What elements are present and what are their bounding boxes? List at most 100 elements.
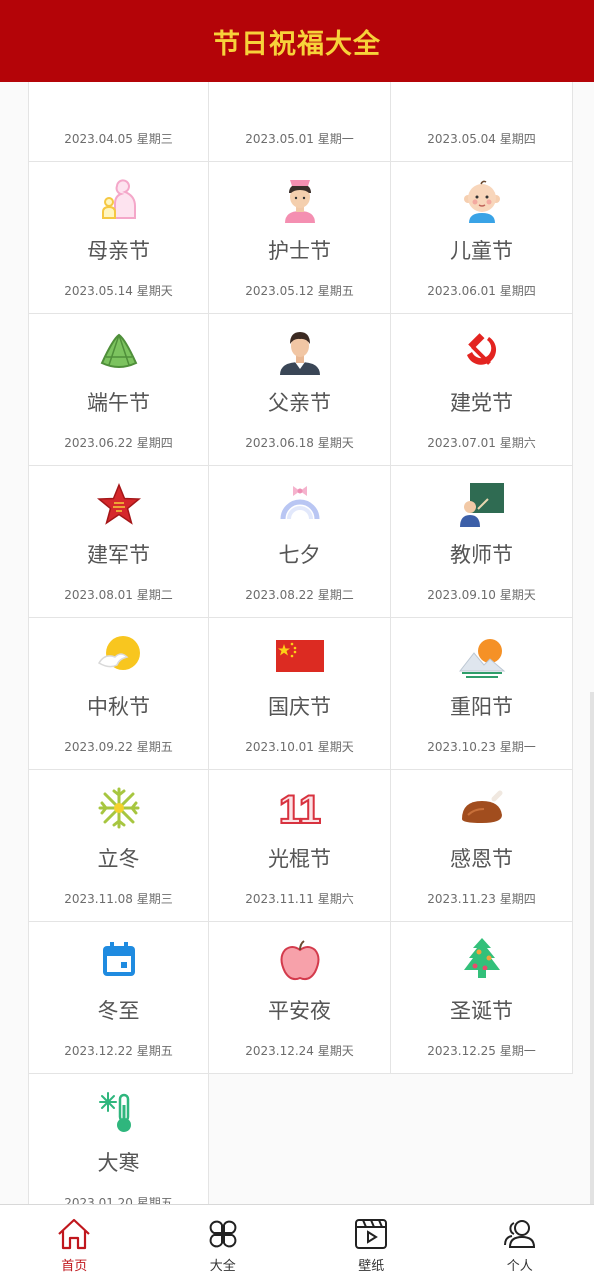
number-11-icon: 11 — [276, 784, 324, 832]
nav-all-label: 大全 — [209, 1259, 236, 1274]
hammer-sickle-icon — [458, 328, 506, 376]
festival-date: 2023.11.23 星期四 — [427, 892, 536, 906]
page-title: 节日祝福大全 — [213, 28, 381, 60]
rainbow-bow-icon — [276, 480, 324, 528]
festival-date: 2023.11.11 星期六 — [245, 892, 354, 906]
snowflake-icon — [95, 784, 143, 832]
festival-card[interactable]: 护士节 2023.05.12 星期五 — [209, 162, 391, 314]
festival-date: 2023.11.08 星期三 — [64, 892, 173, 906]
baby-icon — [458, 176, 506, 224]
festival-card[interactable]: 平安夜 2023.12.24 星期天 — [209, 922, 391, 1074]
festival-card[interactable]: 圣诞节 2023.12.25 星期一 — [391, 922, 573, 1074]
festival-card[interactable]: 2023.04.05 星期三 — [28, 82, 209, 162]
festival-card[interactable]: 父亲节 2023.06.18 星期天 — [209, 314, 391, 466]
festival-card[interactable]: 11 光棍节 2023.11.11 星期六 — [209, 770, 391, 922]
china-flag-icon — [275, 632, 324, 680]
nav-wallpaper-label: 壁纸 — [358, 1259, 385, 1274]
festival-card[interactable]: 儿童节 2023.06.01 星期四 — [391, 162, 573, 314]
festival-name: 父亲节 — [268, 391, 331, 415]
clover-icon — [209, 1220, 237, 1248]
nav-personal[interactable]: 个人 — [446, 1205, 594, 1280]
festival-date: 2023.05.12 星期五 — [245, 284, 354, 298]
festival-date: 2023.07.01 星期六 — [427, 436, 536, 450]
festival-name: 国庆节 — [268, 695, 331, 719]
festival-date: 2023.06.22 星期四 — [64, 436, 173, 450]
festival-date: 2023.12.22 星期五 — [64, 1044, 173, 1058]
festival-name: 中秋节 — [87, 695, 150, 719]
festival-name: 立冬 — [97, 847, 140, 871]
moon-cloud-icon — [95, 632, 143, 680]
festival-card[interactable]: 2023.05.01 星期一 — [209, 82, 391, 162]
festival-grid: 2023.04.05 星期三 2023.05.01 星期一 2023.05.04… — [28, 82, 573, 1204]
festival-name: 七夕 — [278, 543, 321, 567]
nurse-icon — [276, 176, 324, 224]
festival-card[interactable]: 建军节 2023.08.01 星期二 — [28, 466, 209, 618]
festival-card[interactable]: 重阳节 2023.10.23 星期一 — [391, 618, 573, 770]
festival-name: 母亲节 — [87, 239, 150, 263]
nav-personal-label: 个人 — [506, 1259, 533, 1274]
home-icon — [58, 1218, 91, 1250]
scrollbar[interactable] — [590, 692, 594, 1204]
festival-date: 2023.12.24 星期天 — [245, 1044, 354, 1058]
festival-name: 大寒 — [97, 1151, 140, 1175]
zongzi-icon — [95, 328, 143, 376]
festival-name: 感恩节 — [450, 847, 513, 871]
festival-date: 2023.10.23 星期一 — [427, 740, 536, 754]
mother-child-icon — [95, 176, 143, 224]
festival-card[interactable]: 建党节 2023.07.01 星期六 — [391, 314, 573, 466]
app-header: 节日祝福大全 — [0, 0, 594, 82]
festival-date: 2023.06.01 星期四 — [427, 284, 536, 298]
festival-date: 2023.09.10 星期天 — [427, 588, 536, 602]
apple-icon — [276, 936, 324, 984]
video-clapper-icon — [355, 1219, 388, 1249]
festival-card[interactable]: 教师节 2023.09.10 星期天 — [391, 466, 573, 618]
festival-date: 2023.09.22 星期五 — [64, 740, 173, 754]
festival-name: 教师节 — [450, 543, 513, 567]
nav-home[interactable]: 首页 — [0, 1205, 149, 1280]
festival-date: 2023.01.20 星期五 — [64, 1196, 173, 1204]
festival-card[interactable]: 母亲节 2023.05.14 星期天 — [28, 162, 209, 314]
festival-date: 2023.05.14 星期天 — [64, 284, 173, 298]
father-icon — [276, 328, 324, 376]
festival-name: 光棍节 — [268, 847, 331, 871]
festival-card[interactable]: 2023.05.04 星期四 — [391, 82, 573, 162]
festival-card[interactable]: 七夕 2023.08.22 星期二 — [209, 466, 391, 618]
nav-all[interactable]: 大全 — [149, 1205, 298, 1280]
festival-name: 圣诞节 — [450, 999, 513, 1023]
festival-card[interactable]: 大寒 2023.01.20 星期五 — [28, 1074, 209, 1204]
festival-date: 2023.10.01 星期天 — [245, 740, 354, 754]
number-11-label: 11 — [278, 788, 320, 831]
festival-date: 2023.08.22 星期二 — [245, 588, 354, 602]
bottom-navigation: 首页 大全 壁纸 个人 — [0, 1204, 594, 1280]
festival-card[interactable]: 端午节 2023.06.22 星期四 — [28, 314, 209, 466]
nav-wallpaper[interactable]: 壁纸 — [297, 1205, 446, 1280]
festival-name: 儿童节 — [450, 239, 513, 263]
thermometer-snow-icon — [95, 1088, 143, 1136]
festival-list[interactable]: 2023.04.05 星期三 2023.05.01 星期一 2023.05.04… — [0, 82, 594, 1204]
festival-date: 2023.08.01 星期二 — [64, 588, 173, 602]
festival-name: 建军节 — [87, 543, 150, 567]
roast-turkey-icon — [458, 784, 506, 832]
festival-name: 端午节 — [87, 391, 150, 415]
festival-date: 2023.05.04 星期四 — [427, 132, 536, 146]
festival-card[interactable]: 冬至 2023.12.22 星期五 — [28, 922, 209, 1074]
christmas-tree-icon — [458, 936, 506, 984]
festival-date: 2023.06.18 星期天 — [245, 436, 354, 450]
red-star-icon — [95, 480, 143, 528]
festival-card[interactable]: 国庆节 2023.10.01 星期天 — [209, 618, 391, 770]
festival-card[interactable]: 中秋节 2023.09.22 星期五 — [28, 618, 209, 770]
festival-date: 2023.12.25 星期一 — [427, 1044, 536, 1058]
festival-name: 建党节 — [450, 391, 513, 415]
nav-home-label: 首页 — [61, 1259, 88, 1274]
users-icon — [503, 1220, 535, 1248]
festival-name: 护士节 — [268, 239, 331, 263]
festival-name: 重阳节 — [450, 695, 513, 719]
festival-card[interactable]: 立冬 2023.11.08 星期三 — [28, 770, 209, 922]
festival-card[interactable]: 感恩节 2023.11.23 星期四 — [391, 770, 573, 922]
teacher-board-icon — [458, 480, 506, 528]
festival-name: 冬至 — [97, 999, 140, 1023]
festival-date: 2023.04.05 星期三 — [64, 132, 173, 146]
festival-date: 2023.05.01 星期一 — [245, 132, 354, 146]
calendar-icon — [95, 936, 143, 984]
mountain-sun-icon — [458, 632, 506, 680]
